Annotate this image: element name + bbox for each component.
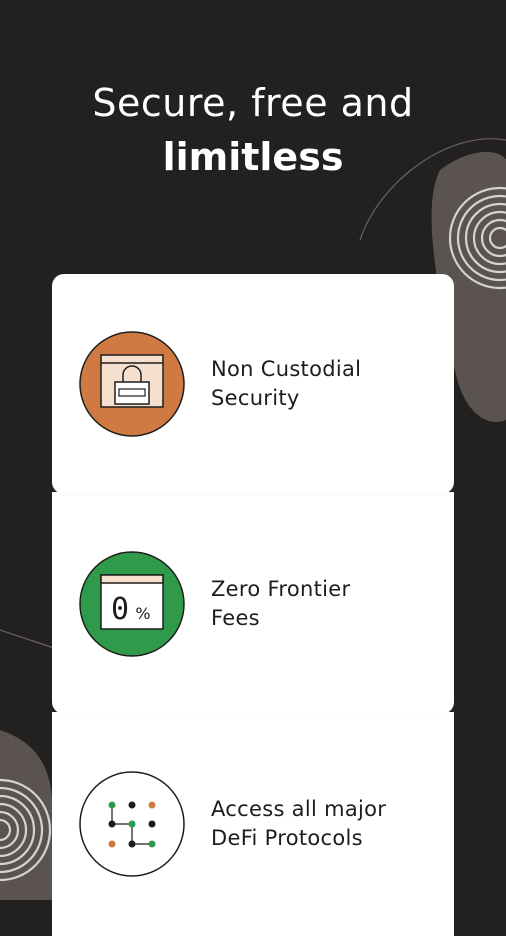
- zero-percent-icon: 0 %: [79, 551, 185, 657]
- title-line-2: limitless: [162, 135, 344, 179]
- zero-text: 0: [111, 592, 129, 627]
- page-title: Secure, free and limitless: [0, 78, 506, 186]
- feature-label: Non Custodial Security: [211, 355, 411, 413]
- feature-label-line: Security: [211, 386, 300, 410]
- feature-item: Access all major DeFi Protocols: [79, 771, 411, 877]
- feature-label-line: Zero Frontier: [211, 577, 351, 601]
- feature-label-line: DeFi Protocols: [211, 826, 363, 850]
- padlock-window-icon: [79, 331, 185, 437]
- feature-label-line: Fees: [211, 606, 260, 630]
- feature-item: Non Custodial Security: [79, 331, 411, 437]
- protocol-network-icon: [79, 771, 185, 877]
- feature-label: Access all major DeFi Protocols: [211, 795, 411, 853]
- title-line-1: Secure, free and: [92, 81, 414, 125]
- percent-text: %: [135, 604, 150, 623]
- feature-label: Zero Frontier Fees: [211, 575, 411, 633]
- feature-item: 0 % Zero Frontier Fees: [79, 551, 411, 657]
- feature-label-line: Access all major: [211, 797, 387, 821]
- feature-label-line: Non Custodial: [211, 357, 362, 381]
